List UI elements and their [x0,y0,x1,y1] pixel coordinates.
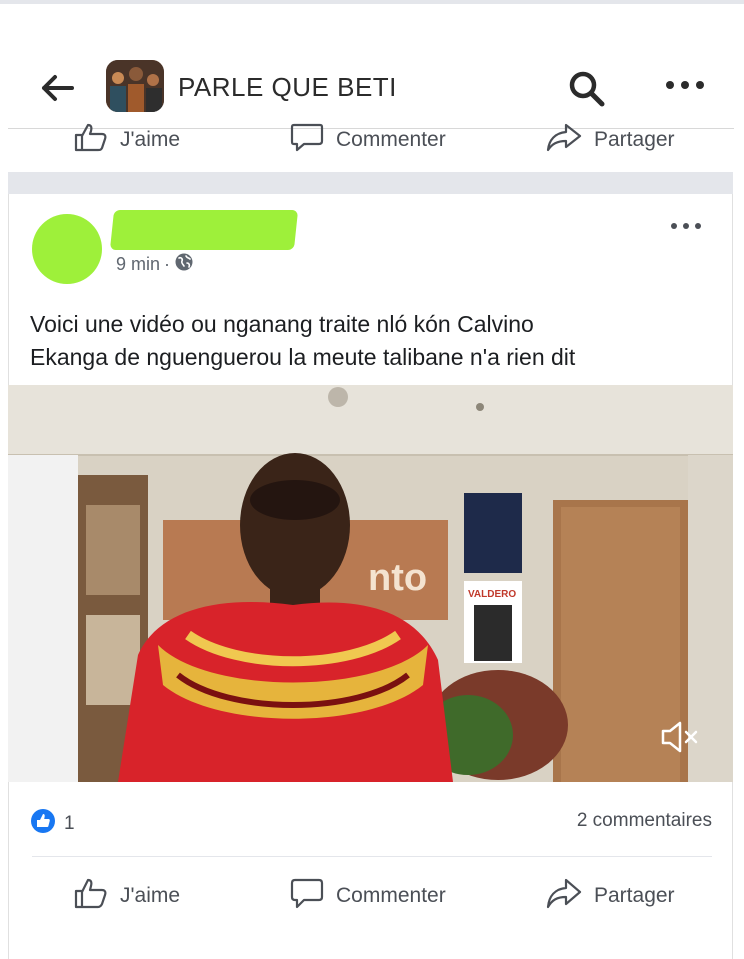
group-name[interactable]: PARLE QUE BETI [178,72,397,103]
reactions-count: 1 [64,813,75,834]
top-border [0,0,744,4]
share-label: Partager [594,884,675,907]
share-icon [546,876,582,916]
post-timestamp[interactable]: 9 min · [116,252,194,277]
post-text-line-2: Ekanga de nguenguerou la meute talibane … [30,344,576,370]
author-avatar-redacted[interactable] [32,214,102,284]
post-text: Voici une vidéo ou nganang traite nló kó… [30,308,720,374]
globe-icon [174,252,194,277]
time-label: 9 min [116,254,161,274]
search-icon[interactable] [566,68,608,110]
share-label: Partager [594,128,675,151]
poster-text: VALDERO [468,589,516,600]
previous-post-actions: J'aime Commenter Partager [0,118,744,160]
post-share-button[interactable]: Partager [546,876,675,916]
like-reaction-icon [30,808,56,840]
share-button[interactable]: Partager [546,122,675,158]
group-header: PARLE QUE BETI [0,40,744,130]
reactions-summary[interactable]: 1 [30,808,75,840]
comment-label: Commenter [336,884,446,907]
feed-separator [8,172,733,194]
post-text-line-1: Voici une vidéo ou nganang traite nló kó… [30,311,534,337]
post-like-button[interactable]: J'aime [74,876,180,916]
post-comment-button[interactable]: Commenter [290,876,446,916]
author-name-redacted[interactable] [109,210,299,250]
back-arrow-icon[interactable] [38,70,78,106]
group-avatar[interactable] [106,60,164,112]
comment-icon [290,876,324,916]
dot-separator: · [164,254,171,274]
more-options-icon[interactable] [660,70,710,100]
like-button[interactable]: J'aime [74,122,180,158]
like-label: J'aime [120,884,181,907]
actions-divider [32,856,712,857]
comment-icon [290,122,324,158]
comment-button[interactable]: Commenter [290,122,446,158]
thumbs-up-icon [74,122,108,158]
post-video[interactable]: nto VALDERO [8,385,733,782]
like-label: J'aime [120,128,181,151]
wall-sign-text: nto [368,557,427,599]
comment-label: Commenter [336,128,446,151]
post-more-options-icon[interactable] [666,214,706,238]
comments-count[interactable]: 2 commentaires [577,810,712,832]
share-icon [546,122,582,158]
thumbs-up-icon [74,876,108,916]
video-frame: nto VALDERO [8,385,733,782]
